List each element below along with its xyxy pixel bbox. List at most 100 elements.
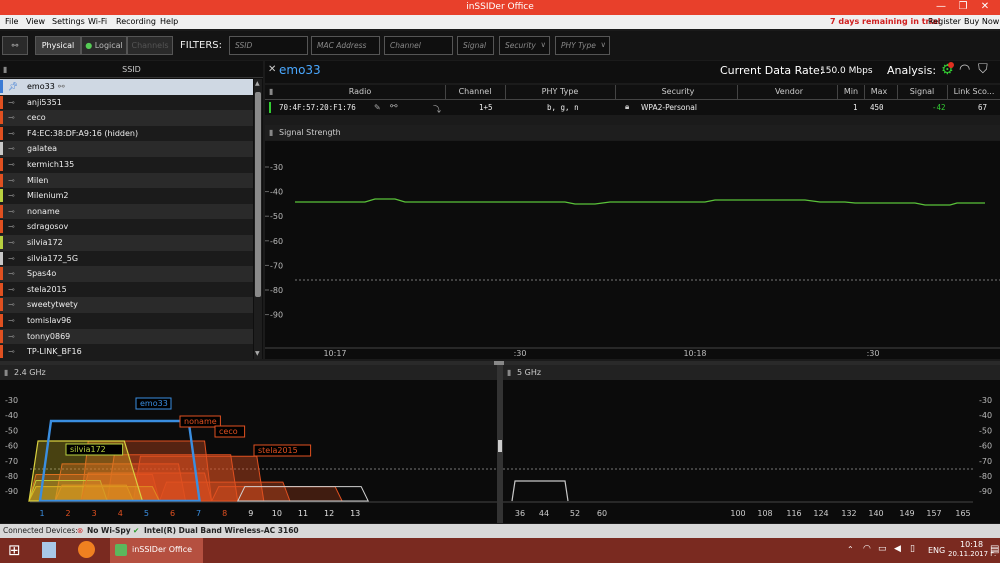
network-icon[interactable]: ⊸ [8,313,15,328]
network-icon[interactable]: ⊸ [8,297,15,312]
shield-icon[interactable]: ⛉ [978,62,988,77]
ssid-list-item[interactable]: ⊸ F4:EC:38:DF:A9:16 (hidden) [0,125,253,142]
filter-channel-input[interactable]: Channel [384,36,453,55]
ssid-list-item[interactable]: ⊸ silvia172 [0,235,253,251]
alert-badge [948,62,954,68]
network-icon[interactable]: ⊸ [8,95,15,110]
battery-icon[interactable]: ▭ [878,544,887,554]
network-icon[interactable]: ⊸ [8,219,15,234]
menu-wifi[interactable]: Wi-Fi [88,17,107,26]
network-icon[interactable]: ⊸ [8,157,15,172]
y-tick-label: -70 [979,457,992,466]
network-icon[interactable]: ⊸ [8,188,15,203]
col-security[interactable]: Security [621,87,735,96]
ssid-list-item[interactable]: ⊸ Spas4o [0,266,253,282]
splitter-handle[interactable] [498,440,502,452]
security-value: WPA2-Personal [641,103,697,112]
ssid-column-header[interactable]: ▮ SSID [0,61,263,78]
network-icon[interactable]: ⊸ [8,329,15,344]
link-icon[interactable]: ⚯ [58,79,65,94]
taskbar-app-button[interactable]: inSSIDer Office [110,538,203,563]
ssid-list-item[interactable]: ⊸ sdragosov [0,219,253,235]
register-link[interactable]: Register [928,17,961,26]
link-icon[interactable]: ⚯ [390,102,398,112]
column-divider [505,85,506,100]
ssid-list-item[interactable]: ⊸ ceco [0,110,253,126]
col-max[interactable]: Max [865,87,893,96]
ssid-list-item[interactable]: ⊸ silvia172_5G [0,250,253,267]
ssid-list-item[interactable]: ⊸ anji5351 [0,94,253,111]
ssid-list-item[interactable]: ⊸ tonny0869 [0,328,253,345]
signal-strength-plot: -30 -40 -50 -60 -70 -80 -90 10:17:30 10:18:30 [265,163,1000,358]
ssid-list-item[interactable]: ⊸ sweetytwety [0,297,253,313]
scroll-up-icon[interactable]: ▲ [255,80,260,87]
firefox-icon[interactable] [78,541,95,558]
network-icon[interactable]: ⊸ [8,141,15,156]
selected-ssid-title: emo33 [279,63,321,77]
col-channel[interactable]: Channel [449,87,501,96]
menu-help[interactable]: Help [160,17,178,26]
col-min[interactable]: Min [839,87,863,96]
filter-ssid-input[interactable]: SSID [229,36,308,55]
ssid-scrollbar-thumb[interactable] [255,92,261,297]
network-icon[interactable]: ⊸ [8,282,15,297]
explorer-icon[interactable] [42,542,56,558]
network-icon[interactable]: ⊸ [8,344,15,359]
menu-view[interactable]: View [26,17,45,26]
network-icon[interactable]: ⊸ [8,110,15,125]
radio-mac: 70:4F:57:20:F1:76 [279,103,356,112]
menu-file[interactable]: File [5,17,18,26]
network-icon[interactable]: ⊸ [8,126,15,141]
channels-tab[interactable]: Channels [127,36,173,55]
menu-settings[interactable]: Settings [52,17,85,26]
pin-icon[interactable]: 📌︎ [8,79,18,94]
ssid-color-indicator [0,251,3,265]
ssid-list-item[interactable]: ⊸ Milenium2 [0,188,253,204]
scroll-down-icon[interactable]: ▼ [255,350,260,357]
tray-expand-icon[interactable]: ⌃ [847,545,854,554]
filter-mac-input[interactable]: MAC Address [311,36,380,55]
wifi-tray-icon[interactable]: ◠ [863,544,871,554]
ssid-list-item[interactable]: ⊸ kermich135 [0,157,253,173]
filter-security-select[interactable]: Security ∨ [499,36,550,55]
ssid-list-item[interactable]: ⊸ noname [0,203,253,220]
network-icon[interactable]: ⊸ [8,266,15,281]
ssid-list-item[interactable]: ⊸ Milen [0,172,253,189]
ssid-list-item[interactable]: ⊸ stela2015 [0,281,253,298]
filter-signal-input[interactable]: Signal [457,36,494,55]
tablet-icon[interactable]: ▯ [910,544,915,554]
col-link-score[interactable]: Link Sco... [951,87,997,96]
filter-phy-select[interactable]: PHY Type ∨ [555,36,610,55]
table-row[interactable]: 70:4F:57:20:F1:76 ✎ ⚯ ⤵ 1+5 b, g, n 🔒︎ W… [265,100,1000,115]
clock-date[interactable]: 20.11.2017 г. [948,550,996,558]
link-score-value: 67 [978,103,988,112]
network-icon[interactable]: ⊸ [8,204,15,219]
ssid-list-item[interactable]: ⊸ galatea [0,141,253,157]
maximize-button[interactable]: ❐ [952,1,974,12]
clock-time[interactable]: 10:18 [960,540,983,549]
minimize-button[interactable]: — [930,1,952,12]
language-indicator[interactable]: ENG [928,546,945,555]
logical-tab[interactable]: ● Logical [81,36,127,55]
link-toggle-button[interactable]: ⚯ [2,36,28,55]
volume-icon[interactable]: ◀ [894,544,901,554]
ssid-list-item[interactable]: ⊸ tomislav96 [0,313,253,329]
col-phy-type[interactable]: PHY Type [510,87,610,96]
network-icon[interactable]: ⊸ [8,235,15,250]
col-radio[interactable]: Radio [345,87,375,96]
network-icon[interactable]: ⊸ [8,173,15,188]
close-detail-icon[interactable]: ✕ [268,64,276,75]
physical-tab[interactable]: Physical [35,36,81,55]
ssid-list-item[interactable]: ⊸ TP-LINK_BF16 [0,344,253,360]
buy-now-link[interactable]: Buy Now [964,17,999,26]
edit-icon[interactable]: ✎ [374,103,381,112]
col-vendor[interactable]: Vendor [741,87,837,96]
close-button[interactable]: ✕ [974,1,996,12]
windows-start-icon[interactable]: ⊞ [8,541,21,559]
ssid-list-item[interactable]: 📌︎ emo33 ⚯ [0,79,253,95]
network-icon[interactable]: ⊸ [8,251,15,266]
col-signal[interactable]: Signal [901,87,943,96]
notifications-icon[interactable]: ▤ [990,544,999,555]
menu-recording[interactable]: Recording [116,17,156,26]
wifi-icon[interactable]: ◠ [959,62,970,77]
